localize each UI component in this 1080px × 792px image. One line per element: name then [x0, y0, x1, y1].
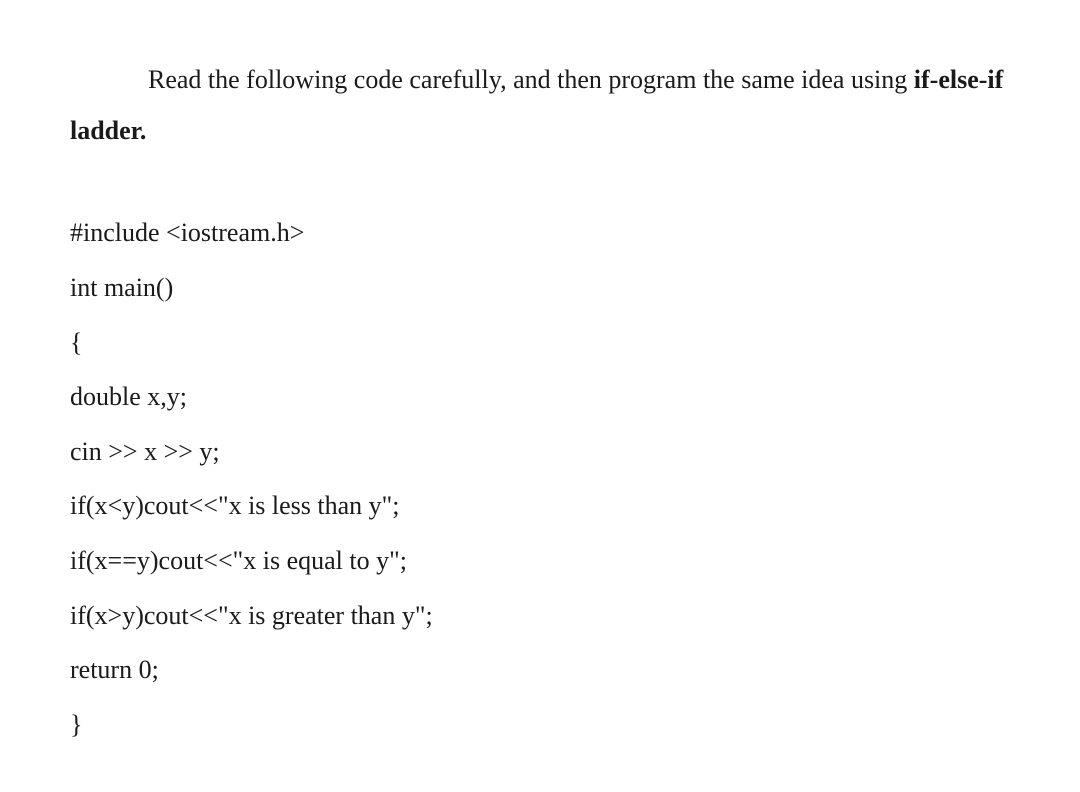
code-line: { — [70, 316, 1010, 371]
document-page: Read the following code carefully, and t… — [0, 0, 1080, 792]
instruction-text-1: Read the following code carefully, and t… — [148, 65, 914, 94]
code-line: return 0; — [70, 643, 1010, 698]
code-line: cin >> x >> y; — [70, 425, 1010, 480]
code-line: int main() — [70, 261, 1010, 316]
instruction-paragraph: Read the following code carefully, and t… — [70, 55, 1010, 156]
code-line: if(x==y)cout<<"x is equal to y"; — [70, 534, 1010, 589]
code-block: #include <iostream.h> int main() { doubl… — [70, 206, 1010, 752]
code-line: double x,y; — [70, 370, 1010, 425]
code-line: if(x>y)cout<<"x is greater than y"; — [70, 589, 1010, 644]
code-line: #include <iostream.h> — [70, 206, 1010, 261]
code-line: } — [70, 698, 1010, 753]
code-line: if(x<y)cout<<"x is less than y"; — [70, 479, 1010, 534]
